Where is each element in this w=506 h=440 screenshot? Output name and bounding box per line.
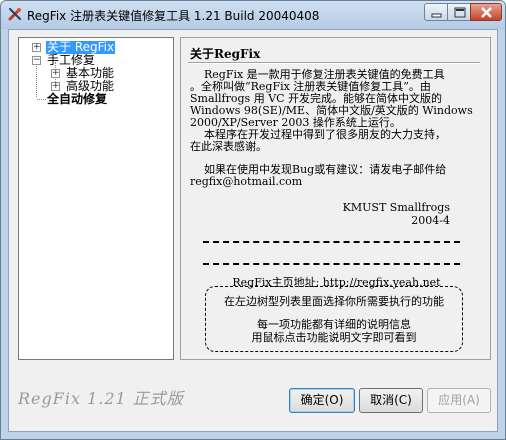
close-icon (481, 7, 492, 18)
cancel-button[interactable]: 取消(C) (359, 388, 423, 413)
hint-line: 在左边树型列表里面选择你所需要执行的功能 (224, 295, 444, 308)
minimize-icon (431, 13, 442, 18)
expand-icon[interactable]: + (51, 69, 60, 78)
hint-line: 用鼠标点击功能说明文字即可看到 (251, 331, 417, 344)
minimize-button[interactable] (424, 3, 448, 21)
window-title: RegFix 注册表关键值修复工具 1.21 Build 20040408 (27, 9, 320, 23)
app-icon (7, 6, 23, 22)
contact-text[interactable]: 如果在使用中发现Bug或有建议：请发电子邮件给 regfix@hotmail.c… (190, 164, 446, 188)
description-text[interactable]: RegFix 是一款用于修复注册表关键值的免费工具 。全称叫做“RegFix 注… (190, 69, 473, 153)
apply-button[interactable]: 应用(A) (427, 388, 491, 413)
maximize-icon (454, 7, 466, 18)
app-window: RegFix 注册表关键值修复工具 1.21 Build 20040408 + … (0, 0, 506, 440)
function-tree[interactable]: + 关于 RegFix − 手工修复 + 基本功能 + 高级功能 全自动修复 (18, 37, 174, 360)
tree-item-about[interactable]: + 关于 RegFix (19, 41, 173, 55)
hint-box: 在左边树型列表里面选择你所需要执行的功能 每一项功能都有详细的说明信息 用鼠标点… (205, 286, 463, 352)
tree-item-auto-repair[interactable]: 全自动修复 (19, 93, 173, 107)
tree-line (37, 99, 46, 100)
ok-button[interactable]: 确定(O) (289, 388, 355, 413)
divider (203, 241, 460, 243)
divider (188, 62, 480, 64)
email-link[interactable]: regfix@hotmail.com (190, 176, 446, 188)
title-bar[interactable]: RegFix 注册表关键值修复工具 1.21 Build 20040408 (1, 1, 505, 29)
about-panel: 关于RegFix RegFix 是一款用于修复注册表关键值的免费工具 。全称叫做… (180, 37, 491, 360)
expand-icon[interactable]: + (51, 82, 60, 91)
author-signature: KMUST Smallfrogs 2004-4 (343, 201, 450, 227)
text-line: 在此深表感谢。 (190, 140, 267, 153)
signature-date: 2004-4 (411, 214, 450, 227)
close-button[interactable] (470, 3, 502, 21)
maximize-button[interactable] (447, 3, 471, 21)
version-label: RegFix 1.21 正式版 (18, 389, 184, 408)
expand-icon[interactable]: + (32, 43, 41, 52)
tree-item-label: 全自动修复 (47, 92, 108, 106)
dialog-body: + 关于 RegFix − 手工修复 + 基本功能 + 高级功能 全自动修复 关… (8, 29, 498, 432)
hint-line: 每一项功能都有详细的说明信息 (257, 318, 411, 331)
divider (203, 263, 460, 265)
signature-name: KMUST Smallfrogs (342, 201, 450, 214)
collapse-icon[interactable]: − (32, 56, 41, 65)
panel-heading: 关于RegFix (190, 47, 261, 61)
